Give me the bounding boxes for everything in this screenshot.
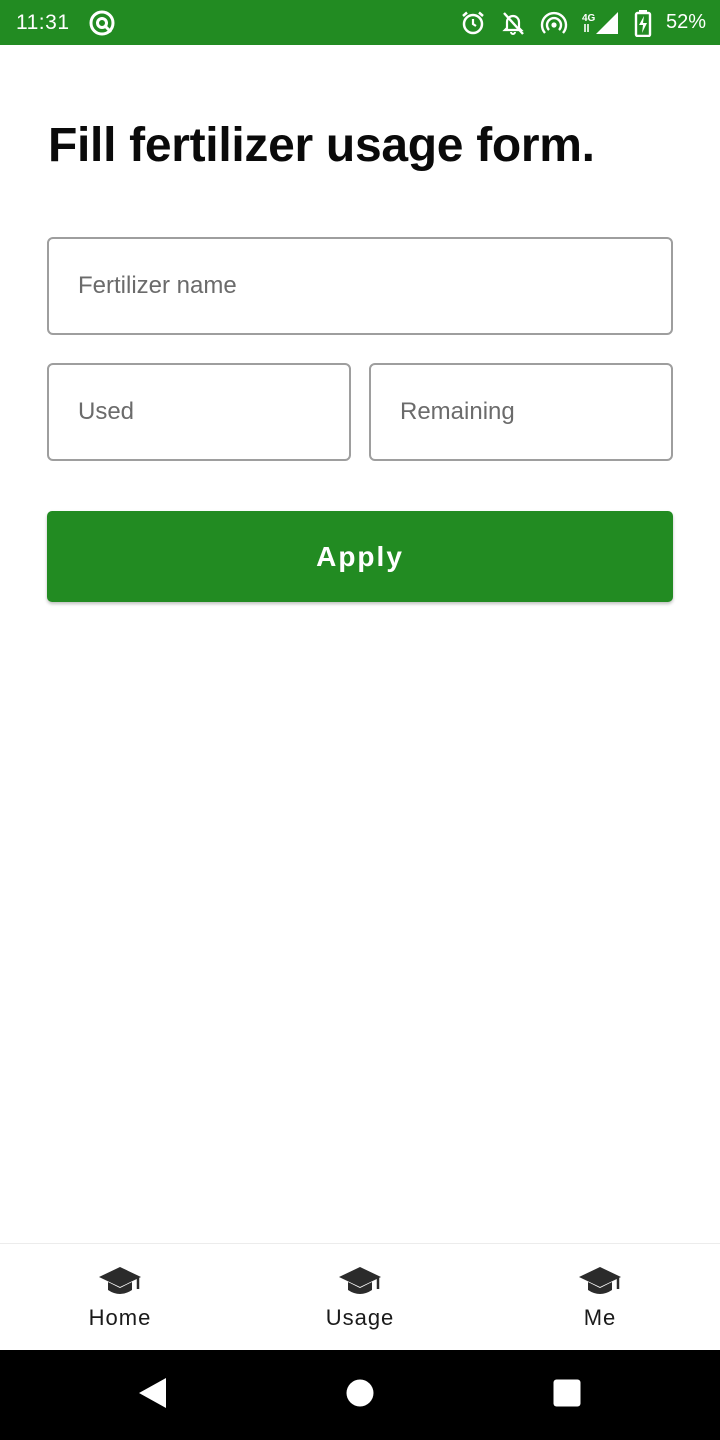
home-icon <box>345 1378 375 1413</box>
home-button[interactable] <box>315 1350 405 1440</box>
nav-item-usage[interactable]: Usage <box>240 1244 480 1350</box>
back-icon <box>136 1376 168 1415</box>
nav-item-me[interactable]: Me <box>480 1244 720 1350</box>
recents-button[interactable] <box>522 1350 612 1440</box>
page-title: Fill fertilizer usage form. <box>48 119 595 172</box>
status-right: 4G 52% <box>460 9 706 37</box>
apply-button[interactable]: Apply <box>47 511 673 602</box>
back-button[interactable] <box>107 1350 197 1440</box>
svg-text:4G: 4G <box>582 13 596 24</box>
hotspot-icon <box>540 10 568 36</box>
graduation-cap-icon <box>578 1265 622 1299</box>
battery-percentage: 52% <box>665 11 706 33</box>
system-nav-bar <box>0 1350 720 1440</box>
signal-4g-icon: 4G <box>582 10 620 36</box>
used-field[interactable] <box>47 363 351 461</box>
notifications-off-icon <box>500 10 526 36</box>
status-bar: 11:31 4G 52% <box>0 0 720 45</box>
status-left: 11:31 <box>16 9 116 37</box>
remaining-field[interactable] <box>369 363 673 461</box>
nav-label-me: Me <box>583 1305 617 1330</box>
nav-label-usage: Usage <box>325 1305 395 1330</box>
alarm-icon <box>460 10 486 36</box>
remaining-input[interactable] <box>400 365 671 459</box>
graduation-cap-icon <box>338 1265 382 1299</box>
status-time: 11:31 <box>16 10 70 34</box>
bottom-nav: Home Usage Me <box>0 1243 720 1350</box>
battery-charging-icon <box>634 9 652 37</box>
recents-icon <box>552 1378 582 1413</box>
graduation-cap-icon <box>98 1265 142 1299</box>
fertilizer-name-input[interactable] <box>78 239 671 333</box>
app-notification-icon <box>88 9 116 37</box>
nav-label-home: Home <box>88 1305 152 1330</box>
nav-item-home[interactable]: Home <box>0 1244 240 1350</box>
fertilizer-name-field[interactable] <box>47 237 673 335</box>
used-input[interactable] <box>78 365 349 459</box>
